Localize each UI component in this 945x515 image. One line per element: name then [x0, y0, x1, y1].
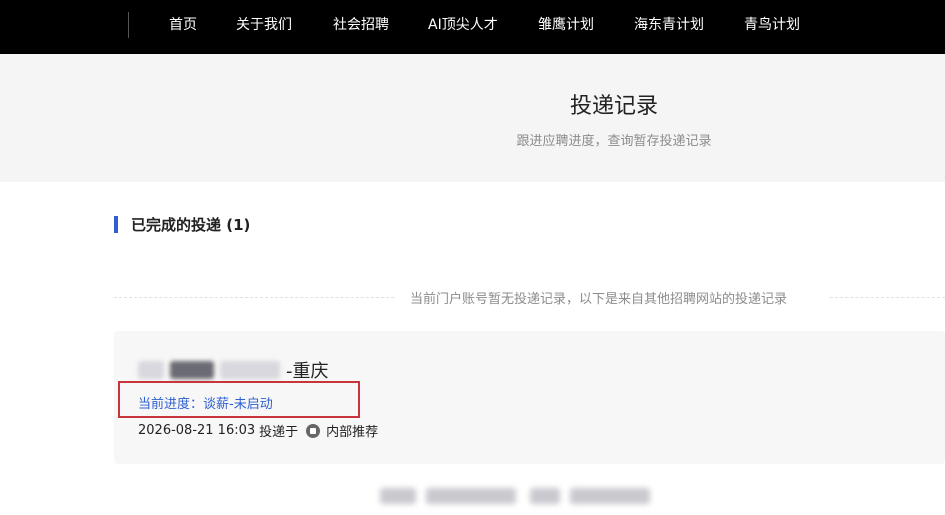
application-card[interactable]: -重庆 当前进度：谈薪-未启动 2026-08-21 16:03 投递于 内部推…	[114, 331, 945, 464]
application-meta: 2026-08-21 16:03 投递于 内部推荐	[138, 421, 378, 440]
notice-line-left	[114, 297, 394, 298]
section-header: 已完成的投递 (1)	[114, 214, 250, 234]
section-title: 已完成的投递 (1)	[131, 215, 251, 234]
nav-item-social-recruitment[interactable]: 社会招聘	[333, 0, 389, 50]
nav-item-bluebird-program[interactable]: 青鸟计划	[744, 0, 800, 50]
nav-item-about-us[interactable]: 关于我们	[236, 0, 292, 50]
notice-line-right	[830, 297, 945, 298]
nav-item-eaglet-program[interactable]: 雏鹰计划	[538, 0, 594, 50]
page-header: 投递记录 跟进应聘进度，查询暂存投递记录	[0, 54, 945, 182]
referral-icon	[306, 423, 321, 438]
top-navigation: 首页 关于我们 社会招聘 AI顶尖人才 雏鹰计划 海东青计划 青鸟计划	[0, 0, 945, 54]
notice-divider: 当前门户账号暂无投递记录，以下是来自其他招聘网站的投递记录	[114, 285, 945, 309]
redacted-text	[170, 361, 214, 379]
section-accent-bar	[114, 215, 118, 233]
nav-divider	[128, 12, 129, 38]
job-location: -重庆	[286, 361, 329, 382]
page-subtitle: 跟进应聘进度，查询暂存投递记录	[516, 134, 712, 149]
submitted-label: 投递于	[259, 425, 299, 440]
nav-item-gyrfalcon-program[interactable]: 海东青计划	[634, 0, 704, 50]
submitted-time: 2026-08-21 16:03	[138, 423, 256, 438]
redacted-text	[220, 361, 280, 379]
redacted-text	[138, 361, 164, 379]
nav-item-ai-talent[interactable]: AI顶尖人才	[428, 0, 498, 50]
progress-status: 当前进度：谈薪-未启动	[138, 397, 273, 412]
redacted-footer-text	[380, 484, 660, 508]
page-title: 投递记录	[569, 94, 658, 119]
application-source: 内部推荐	[326, 425, 379, 440]
nav-item-home[interactable]: 首页	[169, 0, 197, 50]
notice-text: 当前门户账号暂无投递记录，以下是来自其他招聘网站的投递记录	[410, 292, 788, 307]
job-title[interactable]: -重庆	[138, 357, 329, 383]
